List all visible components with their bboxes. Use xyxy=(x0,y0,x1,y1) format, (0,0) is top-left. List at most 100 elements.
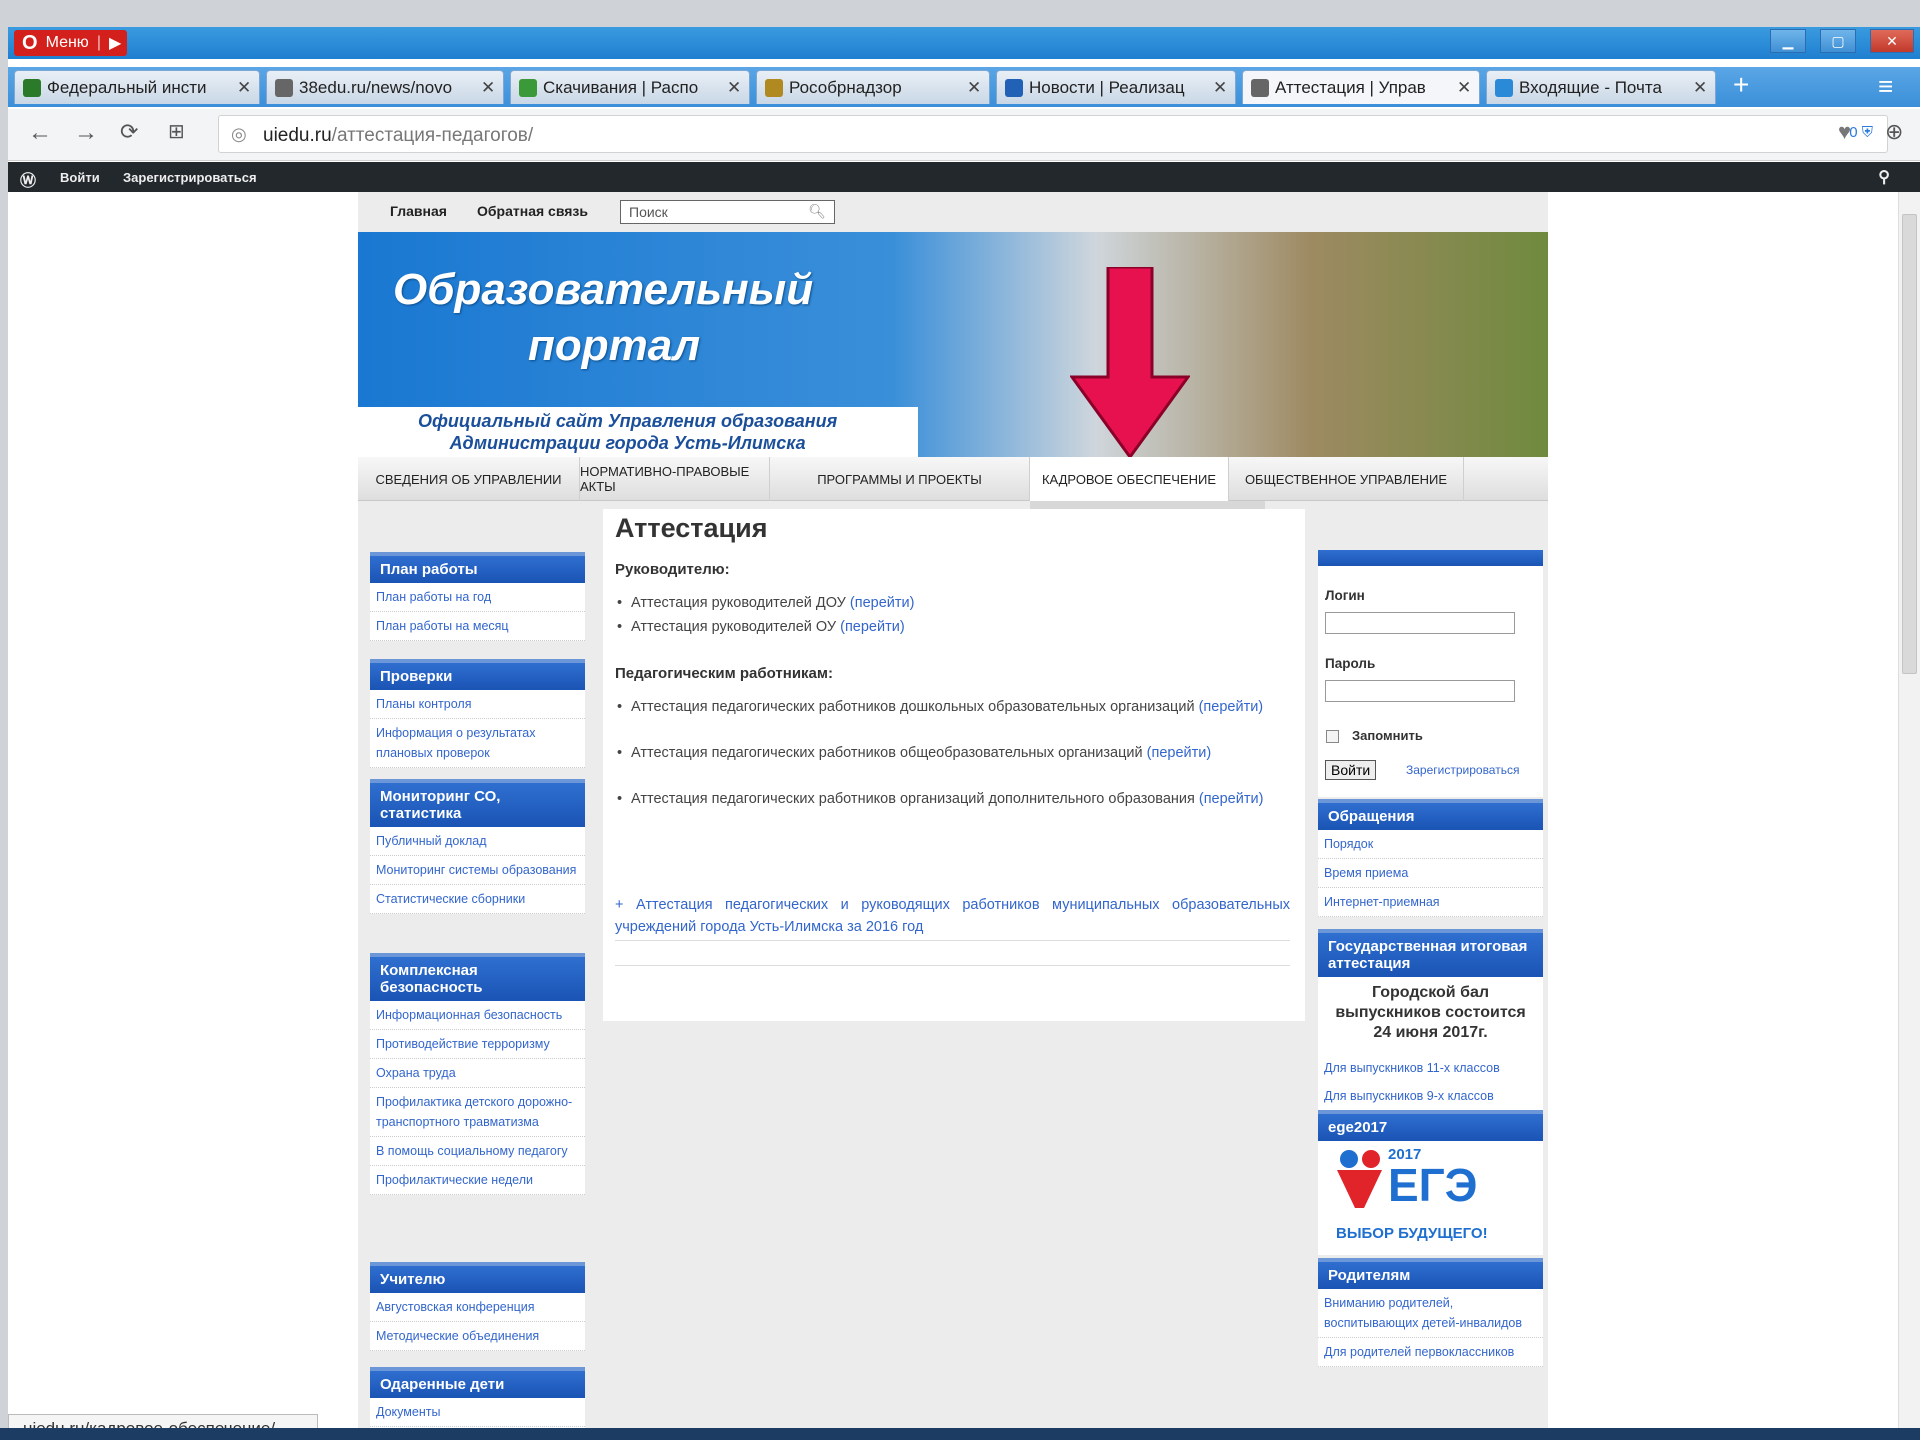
sidebar-link[interactable]: План работы на год xyxy=(370,583,585,612)
title-bar: O Меню | ▶ ▁ ▢ ✕ xyxy=(8,27,1920,59)
sidebar-link[interactable]: Охрана труда xyxy=(370,1059,585,1088)
close-tab-icon[interactable]: ✕ xyxy=(1693,78,1715,98)
parents-title: Родителям xyxy=(1318,1258,1543,1289)
forward-icon[interactable]: → xyxy=(74,119,98,147)
separator-icon: | xyxy=(96,34,101,51)
sidebar-link[interactable]: Информация о результатах плановых провер… xyxy=(370,719,585,768)
feedback-link[interactable]: Обратная связь xyxy=(477,203,588,219)
sidebar-link[interactable]: В помощь социальному педагогу xyxy=(370,1137,585,1166)
reload-icon[interactable]: ⟳ xyxy=(120,119,138,145)
sidebar-link[interactable]: Документы xyxy=(370,1398,585,1427)
vertical-scrollbar[interactable] xyxy=(1898,192,1920,1440)
remember-checkbox[interactable] xyxy=(1326,730,1339,743)
sidebar-link[interactable]: Информационная безопасность xyxy=(370,1001,585,1030)
sidebar-link[interactable]: Профилактика детского дорожно-транспортн… xyxy=(370,1088,585,1137)
close-tab-icon[interactable]: ✕ xyxy=(727,78,749,98)
main-menu: СВЕДЕНИЯ ОБ УПРАВЛЕНИИ НОРМАТИВНО-ПРАВОВЫ… xyxy=(358,457,1548,501)
sidebar-link[interactable]: Августовская конференция xyxy=(370,1293,585,1322)
login-label: Логин xyxy=(1325,588,1365,603)
sidebar-link[interactable]: Методические объединения xyxy=(370,1322,585,1351)
tab-6[interactable]: Аттестация | Управ ✕ xyxy=(1242,70,1480,104)
tab-4[interactable]: Рособрнадзор ✕ xyxy=(756,70,990,104)
sidebar-link[interactable]: Публичный доклад xyxy=(370,827,585,856)
tab-menu-icon[interactable]: ≡ xyxy=(1878,71,1893,102)
subheading-teachers: Педагогическим работникам: xyxy=(615,665,833,682)
site-info-icon[interactable]: ◎ xyxy=(231,124,247,145)
left-block-4: Комплексная безопасность Информационная б… xyxy=(370,953,585,1195)
sidebar-link[interactable]: Профилактические недели xyxy=(370,1166,585,1195)
menu-item-3[interactable]: ПРОГРАММЫ И ПРОЕКТЫ xyxy=(770,457,1030,501)
go-link[interactable]: (перейти) xyxy=(840,619,905,635)
heart-icon[interactable]: ♥ xyxy=(1838,119,1851,145)
back-icon[interactable]: ← xyxy=(28,119,52,147)
parents-link[interactable]: Вниманию родителей, воспитывающих детей-… xyxy=(1318,1289,1543,1338)
wordpress-icon[interactable]: Ⓦ xyxy=(20,167,36,191)
go-link[interactable]: (перейти) xyxy=(1199,791,1264,807)
close-window-button[interactable]: ✕ xyxy=(1870,29,1914,53)
minimize-button[interactable]: ▁ xyxy=(1770,29,1806,53)
register-link[interactable]: Зарегистрироваться xyxy=(1406,763,1519,777)
parents-link[interactable]: Для родителей первоклассников xyxy=(1318,1338,1543,1367)
menu-item-2[interactable]: НОРМАТИВНО-ПРАВОВЫЕ АКТЫ xyxy=(580,457,770,501)
left-block-title: Мониторинг СО, статистика xyxy=(370,779,585,827)
close-tab-icon[interactable]: ✕ xyxy=(1213,78,1235,98)
go-link[interactable]: (перейти) xyxy=(1199,699,1264,715)
browser-window: O Меню | ▶ ▁ ▢ ✕ Федеральный инсти ✕ 38edu.ru… xyxy=(8,27,1920,1440)
emblem-icon xyxy=(765,78,783,97)
close-tab-icon[interactable]: ✕ xyxy=(967,78,989,98)
address-bar: ← → ⟳ ⊞ ◎ uiedu.ru/аттестация-педагогов/… xyxy=(8,109,1920,161)
tab-7[interactable]: Входящие - Почта ✕ xyxy=(1486,70,1716,104)
url-field[interactable]: ◎ uiedu.ru/аттестация-педагогов/ 0 ⛨ xyxy=(218,115,1888,153)
adblock-badge[interactable]: 0 ⛨ xyxy=(1849,124,1873,141)
gia-link-11[interactable]: Для выпускников 11-х классов xyxy=(1318,1054,1543,1083)
page-icon xyxy=(275,78,293,97)
maximize-button[interactable]: ▢ xyxy=(1820,29,1856,53)
downloads-icon[interactable]: ⊕ xyxy=(1885,119,1903,145)
gia-link-9[interactable]: Для выпускников 9-х классов xyxy=(1318,1082,1543,1111)
banner-subtitle-line2: Администрации города Усть-Илимска xyxy=(449,433,806,453)
close-tab-icon[interactable]: ✕ xyxy=(1457,78,1479,98)
tab-label: Новости | Реализац xyxy=(1029,77,1185,97)
close-tab-icon[interactable]: ✕ xyxy=(237,78,259,98)
search-icon[interactable]: ⚲ xyxy=(1878,167,1890,187)
left-block-3: Мониторинг СО, статистика Публичный докла… xyxy=(370,779,585,914)
site-search-input[interactable]: Поиск 🔍︎ xyxy=(620,200,835,224)
red-arrow-icon xyxy=(1070,267,1190,460)
appeals-link[interactable]: Время приема xyxy=(1318,859,1543,888)
speed-dial-icon[interactable]: ⊞ xyxy=(168,119,185,144)
wp-login-link[interactable]: Войти xyxy=(60,170,100,185)
menu-item-4[interactable]: КАДРОВОЕ ОБЕСПЕЧЕНИЕ xyxy=(1030,457,1229,501)
go-link[interactable]: (перейти) xyxy=(850,595,915,611)
left-block-title: Одаренные дети xyxy=(370,1367,585,1398)
go-link[interactable]: (перейти) xyxy=(1147,745,1212,761)
home-link[interactable]: Главная xyxy=(390,203,447,219)
opera-menu-button[interactable]: O Меню | ▶ xyxy=(14,30,128,56)
sidebar-link[interactable]: Планы контроля xyxy=(370,690,585,719)
tab-5[interactable]: Новости | Реализац ✕ xyxy=(996,70,1236,104)
sidebar-link[interactable]: План работы на месяц xyxy=(370,612,585,641)
menu-label: Меню xyxy=(45,34,89,51)
wp-register-link[interactable]: Зарегистрироваться xyxy=(123,170,257,185)
tab-2[interactable]: 38edu.ru/news/novo ✕ xyxy=(266,70,504,104)
menu-item-5[interactable]: ОБЩЕСТВЕННОЕ УПРАВЛЕНИЕ xyxy=(1229,457,1464,501)
new-tab-icon[interactable]: + xyxy=(1733,69,1749,101)
banner-title-line1: Образовательный xyxy=(393,265,814,314)
tab-1[interactable]: Федеральный инсти ✕ xyxy=(14,70,260,104)
password-input[interactable] xyxy=(1325,680,1515,702)
sidebar-link[interactable]: Мониторинг системы образования xyxy=(370,856,585,885)
sidebar-link[interactable]: Противодействие терроризму xyxy=(370,1030,585,1059)
attestation-2016-link[interactable]: + Аттестация педагогических и руководящи… xyxy=(615,894,1290,941)
menu-item-1[interactable]: СВЕДЕНИЯ ОБ УПРАВЛЕНИИ xyxy=(358,457,580,501)
magnifier-icon[interactable]: 🔍︎ xyxy=(808,203,826,220)
login-input[interactable] xyxy=(1325,612,1515,634)
gia-block: Государственная итоговая аттестация Горо… xyxy=(1318,929,1543,1111)
tab-3[interactable]: Скачивания | Распо ✕ xyxy=(510,70,750,104)
scrollbar-thumb[interactable] xyxy=(1902,214,1917,674)
login-button[interactable]: Войти xyxy=(1325,760,1377,780)
sidebar-link[interactable]: Статистические сборники xyxy=(370,885,585,914)
appeals-link[interactable]: Интернет-приемная xyxy=(1318,888,1543,917)
page-icon xyxy=(1251,78,1269,97)
subheading-directors: Руководителю: xyxy=(615,561,730,578)
close-tab-icon[interactable]: ✕ xyxy=(481,78,503,98)
appeals-link[interactable]: Порядок xyxy=(1318,830,1543,859)
